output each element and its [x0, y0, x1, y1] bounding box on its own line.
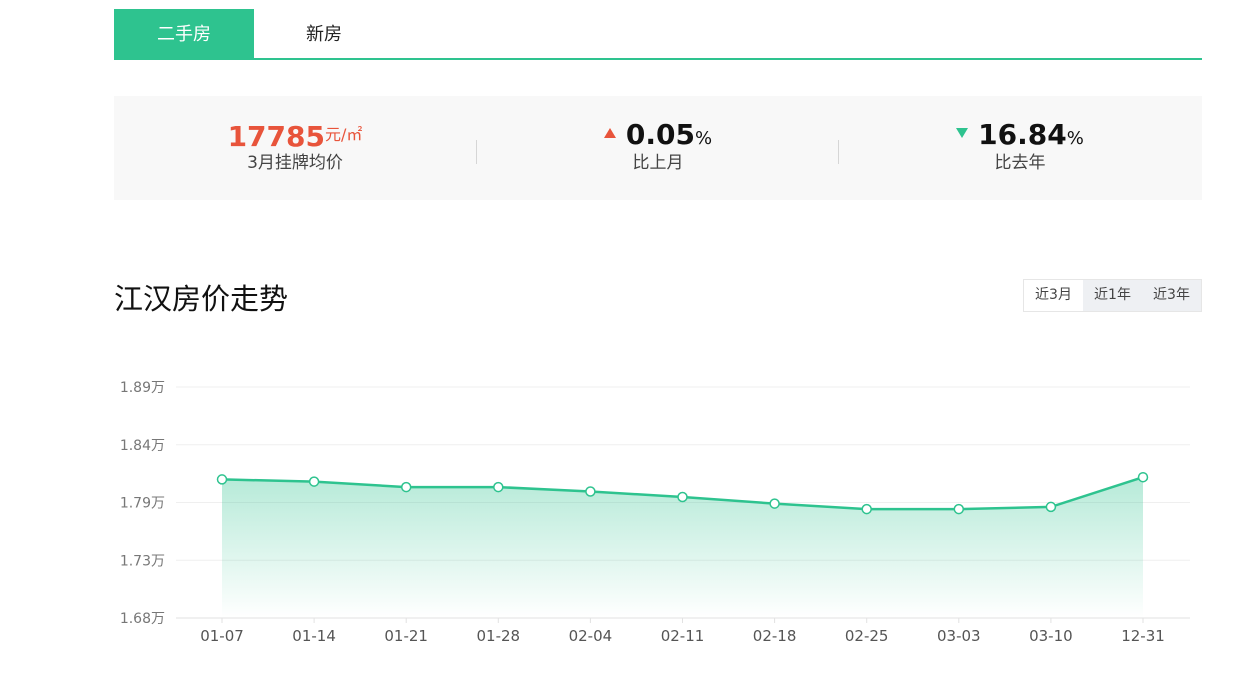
y-tick-label: 1.89万 — [120, 380, 165, 396]
x-tick-label: 12-31 — [1121, 627, 1165, 645]
data-point — [769, 498, 780, 509]
data-point — [1137, 471, 1149, 483]
x-tick-label: 02-04 — [569, 627, 613, 645]
x-tick-label: 01-14 — [292, 627, 336, 645]
x-tick-label: 02-11 — [661, 627, 705, 645]
data-point — [677, 491, 688, 503]
x-tick-label: 02-25 — [845, 627, 889, 645]
y-tick-label: 1.68万 — [120, 611, 165, 627]
y-tick-label: 1.84万 — [120, 438, 165, 454]
data-point — [953, 503, 965, 515]
price-trend-chart: 1.68万 1.73万 1.79万 1.84万 1.89万 01-07 01-14 01-2… — [120, 380, 1190, 645]
x-tick-label: 02-18 — [753, 627, 797, 645]
data-point — [585, 486, 596, 497]
x-tick-label: 03-03 — [937, 627, 981, 645]
data-point — [861, 503, 872, 515]
data-point — [216, 474, 228, 485]
x-tick-label: 01-21 — [384, 627, 428, 645]
data-point — [400, 481, 412, 493]
x-tick-label: 01-07 — [200, 627, 244, 645]
y-tick-label: 1.79万 — [120, 496, 165, 512]
y-tick-label: 1.73万 — [120, 553, 165, 569]
x-tick-label: 01-28 — [477, 627, 521, 645]
x-tick-label: 03-10 — [1029, 627, 1073, 645]
data-point — [308, 476, 320, 487]
data-point — [493, 481, 504, 493]
data-point — [1045, 501, 1057, 513]
